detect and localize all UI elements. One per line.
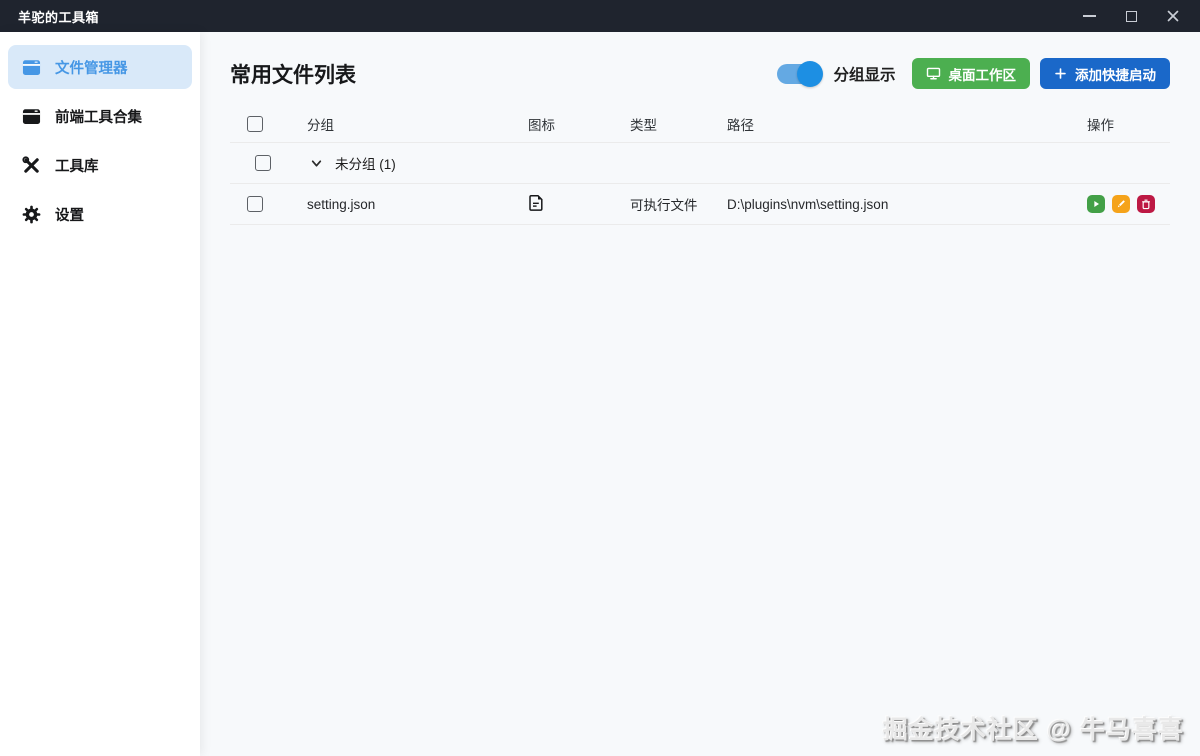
sidebar-item-frontend-tools[interactable]: 前端工具合集: [8, 94, 192, 138]
close-icon: [1166, 9, 1180, 23]
desktop-workspace-button[interactable]: 桌面工作区: [912, 58, 1031, 89]
toggle-knob: [797, 61, 823, 87]
page-title: 常用文件列表: [230, 59, 356, 89]
group-row-label: 未分组 (1): [335, 153, 396, 173]
main-content: 常用文件列表 分组显示 桌面工作区 添加快捷启动: [200, 32, 1200, 756]
watermark: 掘金技术社区 @ 牛马喜喜: [883, 710, 1184, 746]
column-header-icon: 图标: [528, 114, 630, 134]
select-all-checkbox[interactable]: [247, 116, 263, 132]
monitor-icon: [926, 66, 941, 81]
sidebar-item-label: 前端工具合集: [55, 106, 142, 127]
maximize-button[interactable]: [1110, 0, 1152, 32]
window-icon: [22, 58, 41, 77]
add-quick-launch-button[interactable]: 添加快捷启动: [1040, 58, 1170, 89]
column-header-group: 分组: [307, 114, 528, 134]
window-icon: [22, 107, 41, 126]
edit-icon[interactable]: [1112, 195, 1130, 213]
delete-icon[interactable]: [1137, 195, 1155, 213]
plus-icon: [1054, 67, 1067, 80]
table-header-row: 分组 图标 类型 路径 操作: [230, 105, 1170, 143]
row-actions: [1087, 195, 1155, 213]
add-quick-launch-label: 添加快捷启动: [1075, 64, 1156, 84]
group-row: 未分组 (1): [230, 143, 1170, 184]
minimize-button[interactable]: [1068, 0, 1110, 32]
titlebar: 羊驼的工具箱: [0, 0, 1200, 32]
tools-icon: [22, 156, 41, 175]
sidebar-item-label: 工具库: [55, 155, 99, 176]
desktop-workspace-label: 桌面工作区: [949, 64, 1017, 84]
minimize-icon: [1083, 15, 1096, 17]
column-header-type: 类型: [630, 114, 727, 134]
sidebar-item-label: 文件管理器: [55, 57, 128, 78]
gear-icon: [22, 205, 41, 224]
group-display-label: 分组显示: [833, 63, 895, 85]
file-type: 可执行文件: [630, 194, 727, 214]
maximize-icon: [1126, 11, 1137, 22]
group-display-toggle[interactable]: [777, 64, 821, 84]
table-row: setting.json 可执行文件 D:\plugins\nvm\settin…: [230, 184, 1170, 225]
window-title: 羊驼的工具箱: [0, 7, 99, 26]
file-path: D:\plugins\nvm\setting.json: [727, 197, 1087, 212]
sidebar: 文件管理器 前端工具合集 工具库 设置: [0, 32, 200, 756]
file-document-icon: [528, 194, 544, 215]
close-button[interactable]: [1152, 0, 1194, 32]
row-checkbox[interactable]: [247, 196, 263, 212]
play-icon[interactable]: [1087, 195, 1105, 213]
chevron-down-icon[interactable]: [310, 157, 323, 170]
sidebar-item-tool-library[interactable]: 工具库: [8, 143, 192, 187]
group-checkbox[interactable]: [255, 155, 271, 171]
files-table: 分组 图标 类型 路径 操作 未分组 (1): [230, 105, 1170, 225]
sidebar-item-settings[interactable]: 设置: [8, 192, 192, 236]
column-header-path: 路径: [727, 114, 1087, 134]
column-header-actions: 操作: [1087, 114, 1170, 134]
file-name: setting.json: [307, 197, 528, 212]
sidebar-item-file-manager[interactable]: 文件管理器: [8, 45, 192, 89]
window-controls: [1068, 0, 1200, 32]
sidebar-item-label: 设置: [55, 204, 84, 225]
